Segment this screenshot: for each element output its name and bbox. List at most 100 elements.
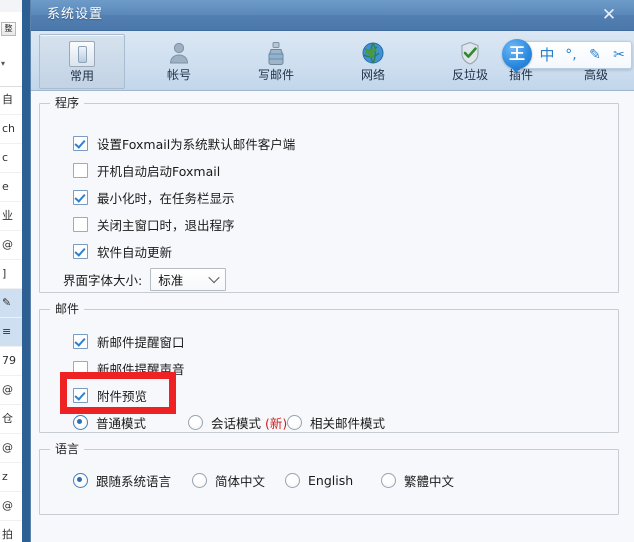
tab-compose-label: 写邮件 xyxy=(234,67,318,83)
settings-content: 程序 设置Foxmail为系统默认邮件客户端 开机自动启动Foxmail 最小化… xyxy=(31,91,634,542)
checkbox-row-new-mail-sound[interactable]: 新邮件提醒声音 xyxy=(73,358,185,378)
ime-logo-icon[interactable]: 王 xyxy=(502,39,532,69)
language-group-legend: 语言 xyxy=(50,442,84,456)
tab-general[interactable]: 常用 xyxy=(39,34,125,89)
list-item: 仓 xyxy=(0,405,22,434)
radio-follow-system-language-label: 跟随系统语言 xyxy=(96,471,171,490)
dialog-title: 系统设置 xyxy=(47,0,103,30)
tab-general-label: 常用 xyxy=(40,68,124,84)
checkbox-close-main-window-exits-label: 关闭主窗口时，退出程序 xyxy=(97,215,235,234)
tab-advanced-label: 高级 xyxy=(561,67,631,83)
list-item: @ xyxy=(0,434,22,463)
list-item: 业 xyxy=(0,202,22,231)
background-app-button: 整 xyxy=(1,22,16,36)
radio-traditional-chinese-label: 繁體中文 xyxy=(404,471,454,490)
radio-follow-system-language[interactable] xyxy=(73,473,88,488)
checkbox-row-new-mail-popup[interactable]: 新邮件提醒窗口 xyxy=(73,331,185,351)
radio-row-simplified-chinese[interactable]: 简体中文 xyxy=(192,470,265,490)
radio-simplified-chinese-label: 简体中文 xyxy=(215,471,265,490)
tab-plugin-label: 插件 xyxy=(486,67,556,83)
list-item: 自 xyxy=(0,86,22,115)
radio-conversation-mode-label: 会话模式 xyxy=(211,413,261,432)
tab-account[interactable]: 帐号 xyxy=(137,34,221,87)
conversation-mode-new-badge: (新) xyxy=(265,413,287,432)
checkbox-attachment-preview[interactable] xyxy=(73,388,88,403)
checkbox-new-mail-popup[interactable] xyxy=(73,334,88,349)
list-item: c xyxy=(0,144,22,173)
checkbox-new-mail-sound-label: 新邮件提醒声音 xyxy=(97,359,185,378)
radio-conversation-mode[interactable] xyxy=(188,415,203,430)
system-settings-dialog: 系统设置 ✕ 常用 帐号 xyxy=(30,0,634,542)
checkbox-autostart-foxmail[interactable] xyxy=(73,163,88,178)
radio-related-mail-mode-label: 相关邮件模式 xyxy=(310,413,385,432)
account-icon xyxy=(137,37,221,67)
close-icon[interactable]: ✕ xyxy=(591,0,627,30)
checkbox-minimize-to-taskbar-label: 最小化时，在任务栏显示 xyxy=(97,188,235,207)
radio-row-normal-mode[interactable]: 普通模式 xyxy=(73,412,146,432)
font-size-select[interactable]: 标准 xyxy=(150,268,226,291)
list-item: ✎ xyxy=(0,289,22,318)
list-item: ≡ xyxy=(0,318,22,347)
ime-chinese-mode-button[interactable]: 中 xyxy=(535,43,559,67)
list-item: @ xyxy=(0,231,22,260)
ime-punctuation-button[interactable]: °, xyxy=(559,43,583,67)
radio-row-traditional-chinese[interactable]: 繁體中文 xyxy=(381,470,454,490)
dialog-titlebar: 系统设置 ✕ xyxy=(31,0,634,31)
radio-row-follow-system[interactable]: 跟随系统语言 xyxy=(73,470,171,490)
ime-floating-toolbar[interactable]: 王 中 °, ✎ ✂ xyxy=(520,41,632,69)
checkbox-row-attachment-preview[interactable]: 附件预览 xyxy=(73,385,147,405)
font-size-value: 标准 xyxy=(151,270,183,289)
list-item: @ xyxy=(0,492,22,521)
checkbox-auto-update-label: 软件自动更新 xyxy=(97,242,172,261)
background-app-titlebar xyxy=(0,0,22,12)
background-app-accent-band xyxy=(22,0,30,542)
tab-network[interactable]: 网络 xyxy=(331,34,415,87)
ime-handwriting-button[interactable]: ✎ xyxy=(583,43,607,67)
background-app-toolbar: 整 ▾ xyxy=(0,0,22,87)
radio-english[interactable] xyxy=(285,473,300,488)
checkbox-auto-update[interactable] xyxy=(73,244,88,259)
radio-normal-mode[interactable] xyxy=(73,415,88,430)
background-application: 整 ▾ 自 ch c e 业 @ ] ✎ ≡ 79 @ 仓 @ z @ 拍 # xyxy=(0,0,30,542)
tab-network-label: 网络 xyxy=(331,67,415,83)
list-item: 拍 xyxy=(0,521,22,542)
network-globe-icon xyxy=(331,37,415,67)
checkbox-new-mail-sound[interactable] xyxy=(73,361,88,376)
radio-english-label: English xyxy=(308,473,353,488)
radio-row-english[interactable]: English xyxy=(285,470,353,490)
ime-toolbox-button[interactable]: ✂ xyxy=(607,43,631,67)
checkbox-row-default-client[interactable]: 设置Foxmail为系统默认邮件客户端 xyxy=(73,133,295,153)
checkbox-new-mail-popup-label: 新邮件提醒窗口 xyxy=(97,332,185,351)
tab-account-label: 帐号 xyxy=(137,67,221,83)
font-size-label: 界面字体大小: xyxy=(63,270,142,289)
radio-related-mail-mode[interactable] xyxy=(287,415,302,430)
checkbox-autostart-foxmail-label: 开机自动启动Foxmail xyxy=(97,161,220,180)
checkbox-row-close-exits[interactable]: 关闭主窗口时，退出程序 xyxy=(73,214,235,234)
radio-simplified-chinese[interactable] xyxy=(192,473,207,488)
list-item: z xyxy=(0,463,22,492)
checkbox-close-main-window-exits[interactable] xyxy=(73,217,88,232)
radio-traditional-chinese[interactable] xyxy=(381,473,396,488)
checkbox-row-autostart[interactable]: 开机自动启动Foxmail xyxy=(73,160,220,180)
compose-mail-icon xyxy=(234,37,318,67)
radio-normal-mode-label: 普通模式 xyxy=(96,413,146,432)
checkbox-minimize-to-taskbar[interactable] xyxy=(73,190,88,205)
checkbox-row-minimize-tray[interactable]: 最小化时，在任务栏显示 xyxy=(73,187,235,207)
checkbox-default-mail-client[interactable] xyxy=(73,136,88,151)
radio-row-related-mail-mode[interactable]: 相关邮件模式 xyxy=(287,412,385,432)
background-app-small-icon: ▾ xyxy=(1,58,12,69)
list-item: 79 xyxy=(0,347,22,376)
checkbox-row-auto-update[interactable]: 软件自动更新 xyxy=(73,241,172,261)
checkbox-attachment-preview-label: 附件预览 xyxy=(97,386,147,405)
general-settings-icon xyxy=(40,38,124,68)
radio-row-conversation-mode[interactable]: 会话模式 (新) xyxy=(188,412,287,432)
background-app-list: 自 ch c e 业 @ ] ✎ ≡ 79 @ 仓 @ z @ 拍 # xyxy=(0,86,22,542)
tab-compose[interactable]: 写邮件 xyxy=(234,34,318,87)
list-item: e xyxy=(0,173,22,202)
list-item: ] xyxy=(0,260,22,289)
program-group-legend: 程序 xyxy=(50,96,84,110)
font-size-row: 界面字体大小: 标准 xyxy=(63,268,226,291)
checkbox-default-mail-client-label: 设置Foxmail为系统默认邮件客户端 xyxy=(97,134,295,153)
list-item: @ xyxy=(0,376,22,405)
list-item: ch xyxy=(0,115,22,144)
